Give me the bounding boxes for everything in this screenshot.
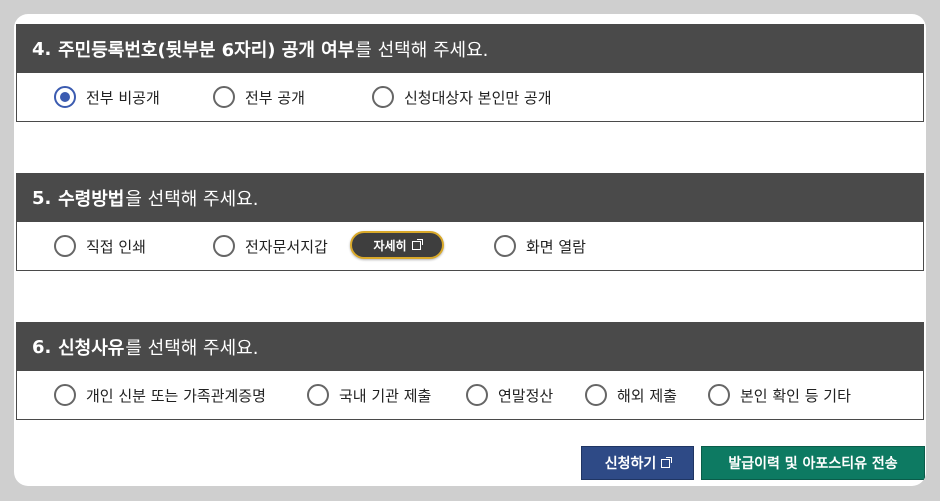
option-label: 화면 열람	[526, 237, 586, 256]
send-history-apostille-button[interactable]: 발급이력 및 아포스티유 전송	[701, 446, 925, 480]
section-resident-number-disclosure: 4. 주민등록번호(뒷부분 6자리) 공개 여부 를 선택해 주세요. 전부 비공…	[16, 24, 924, 122]
option-row: 개인 신분 또는 가족관계증명 국내 기관 제출 연말정산 해외 제출 본인 확…	[17, 371, 923, 419]
radio-button[interactable]	[54, 235, 76, 257]
option-label: 개인 신분 또는 가족관계증명	[86, 386, 266, 405]
option-label: 신청대상자 본인만 공개	[404, 88, 552, 107]
section-header: 5. 수령방법 을 선택해 주세요.	[17, 174, 923, 222]
radio-button[interactable]	[307, 384, 329, 406]
radio-option-overseas-submit[interactable]: 해외 제출	[585, 371, 677, 419]
radio-button[interactable]	[213, 86, 235, 108]
radio-button[interactable]	[213, 235, 235, 257]
option-label: 해외 제출	[617, 386, 677, 405]
section-title-bold: 수령방법	[58, 189, 125, 210]
send-button-label: 발급이력 및 아포스티유 전송	[728, 456, 898, 472]
section-application-reason: 6. 신청사유 를 선택해 주세요. 개인 신분 또는 가족관계증명 국내 기관 …	[16, 322, 924, 420]
radio-option-e-wallet[interactable]: 전자문서지갑	[213, 222, 328, 270]
section-number: 4.	[32, 38, 52, 60]
radio-option-direct-print[interactable]: 직접 인쇄	[54, 222, 146, 270]
section-title-rest: 를 선택해 주세요.	[125, 338, 259, 359]
radio-button-checked[interactable]	[54, 86, 76, 108]
radio-option-year-end-tax[interactable]: 연말정산	[466, 371, 553, 419]
apply-button-label: 신청하기	[604, 456, 657, 472]
radio-button[interactable]	[54, 384, 76, 406]
option-label: 전자문서지갑	[245, 237, 328, 256]
option-label: 본인 확인 등 기타	[740, 386, 851, 405]
section-title-rest: 를 선택해 주세요.	[355, 40, 489, 61]
option-label: 연말정산	[498, 386, 554, 405]
application-form-card: 4. 주민등록번호(뒷부분 6자리) 공개 여부 를 선택해 주세요. 전부 비공…	[14, 14, 926, 486]
section-header: 4. 주민등록번호(뒷부분 6자리) 공개 여부 를 선택해 주세요.	[17, 25, 923, 73]
radio-option-all-public[interactable]: 전부 공개	[213, 73, 305, 121]
radio-option-domestic-submit[interactable]: 국내 기관 제출	[307, 371, 431, 419]
option-label: 직접 인쇄	[86, 237, 146, 256]
radio-option-all-private[interactable]: 전부 비공개	[54, 73, 160, 121]
radio-button[interactable]	[494, 235, 516, 257]
detail-button[interactable]: 자세히	[350, 231, 444, 259]
radio-dot-icon	[60, 92, 70, 102]
option-label: 전부 공개	[245, 88, 305, 107]
option-label: 전부 비공개	[86, 88, 160, 107]
radio-button[interactable]	[466, 384, 488, 406]
external-link-icon	[411, 238, 423, 250]
section-header: 6. 신청사유 를 선택해 주세요.	[17, 323, 923, 371]
option-row: 직접 인쇄 전자문서지갑 자세히 화면 열람	[17, 222, 923, 270]
section-title-bold: 신청사유	[58, 338, 125, 359]
radio-button[interactable]	[708, 384, 730, 406]
detail-button-label: 자세히	[373, 238, 407, 253]
radio-option-applicant-only[interactable]: 신청대상자 본인만 공개	[372, 73, 552, 121]
option-row: 전부 비공개 전부 공개 신청대상자 본인만 공개	[17, 73, 923, 121]
external-link-icon	[661, 456, 673, 468]
radio-option-other[interactable]: 본인 확인 등 기타	[708, 371, 851, 419]
option-label: 국내 기관 제출	[339, 386, 432, 405]
radio-button[interactable]	[585, 384, 607, 406]
radio-button[interactable]	[372, 86, 394, 108]
section-title-rest: 을 선택해 주세요.	[125, 189, 259, 210]
radio-option-identity-family[interactable]: 개인 신분 또는 가족관계증명	[54, 371, 266, 419]
radio-option-screen-view[interactable]: 화면 열람	[494, 222, 586, 270]
section-receive-method: 5. 수령방법 을 선택해 주세요. 직접 인쇄 전자문서지갑 자세히 화면 열람	[16, 173, 924, 271]
apply-button[interactable]: 신청하기	[581, 446, 694, 480]
section-number: 6.	[32, 336, 52, 358]
section-title-bold: 주민등록번호(뒷부분 6자리) 공개 여부	[58, 40, 355, 61]
section-number: 5.	[32, 187, 52, 209]
